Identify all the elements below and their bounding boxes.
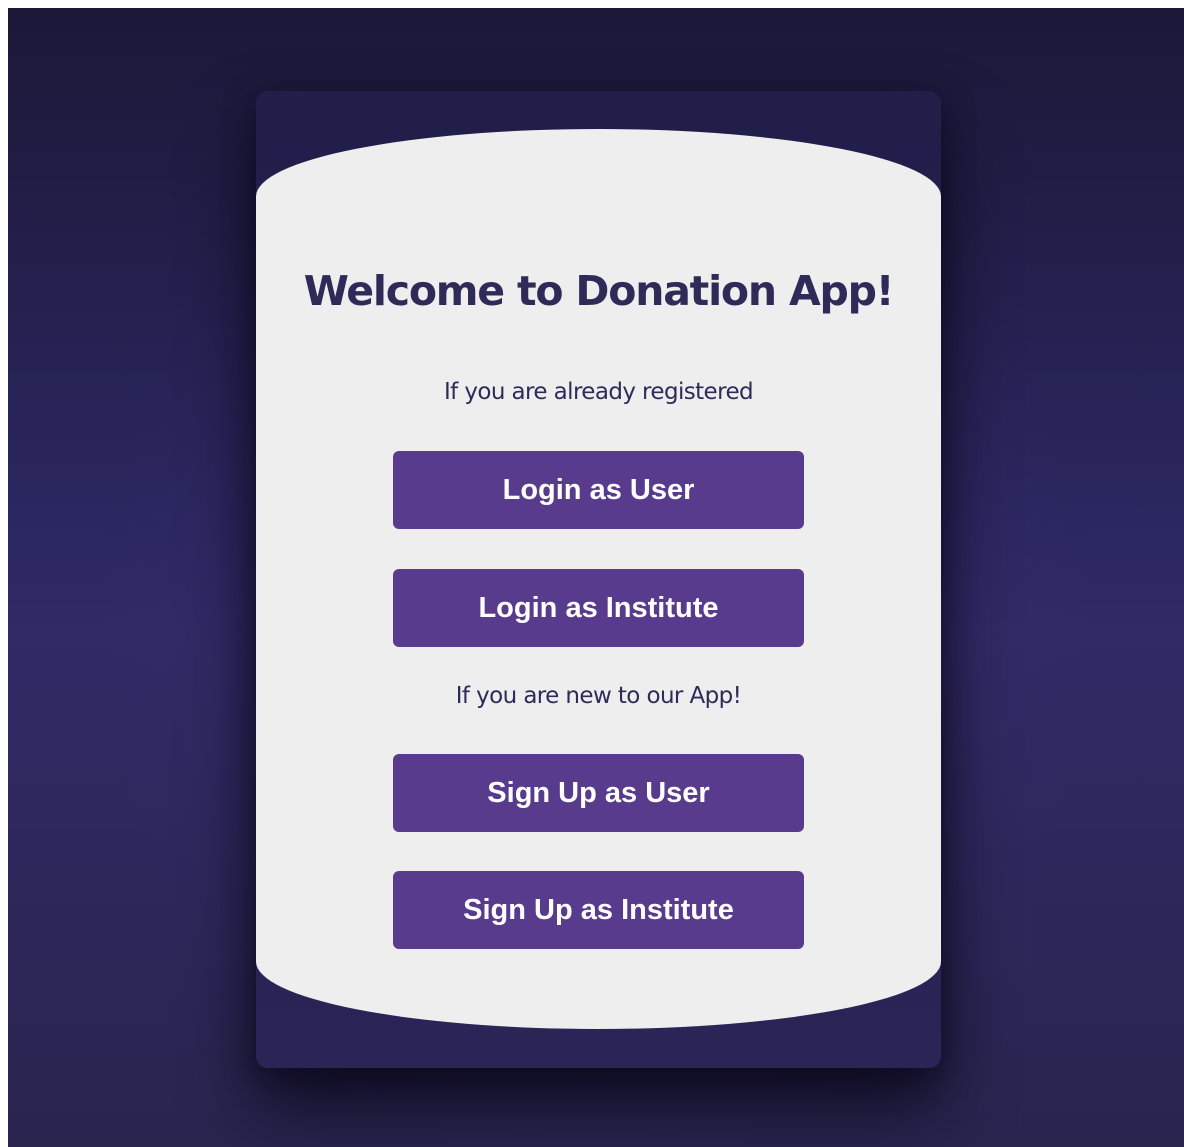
registered-prompt: If you are already registered: [443, 379, 754, 405]
welcome-card: Welcome to Donation App! If you are alre…: [256, 91, 941, 1068]
page-background: Welcome to Donation App! If you are alre…: [8, 8, 1184, 1147]
login-as-institute-button[interactable]: Login as Institute: [393, 569, 804, 647]
sign-up-as-institute-button[interactable]: Sign Up as Institute: [393, 871, 804, 949]
welcome-panel: Welcome to Donation App! If you are alre…: [256, 129, 941, 1029]
login-as-user-button[interactable]: Login as User: [393, 451, 804, 529]
page-title: Welcome to Donation App!: [303, 267, 895, 315]
new-user-prompt: If you are new to our App!: [455, 683, 742, 709]
sign-up-as-user-button[interactable]: Sign Up as User: [393, 754, 804, 832]
